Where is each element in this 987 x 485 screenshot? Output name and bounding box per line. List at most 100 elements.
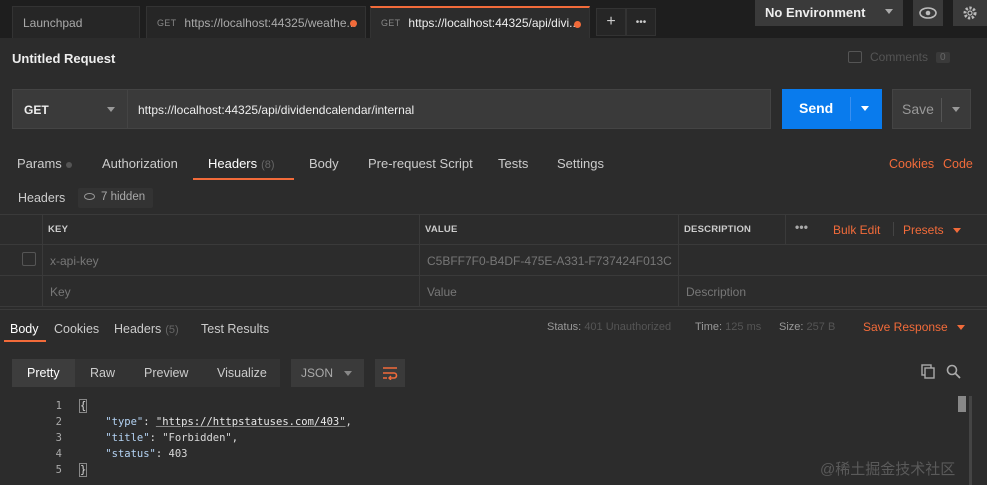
tab-authorization[interactable]: Authorization xyxy=(102,156,178,171)
view-raw-button[interactable]: Raw xyxy=(90,366,115,380)
scrollbar-thumb[interactable] xyxy=(958,396,966,412)
search-button[interactable] xyxy=(946,364,961,382)
tab-label: Body xyxy=(10,322,39,336)
response-body-code[interactable]: { "type": "https://httpstatuses.com/403"… xyxy=(78,398,352,478)
code-brace: } xyxy=(78,463,88,477)
hidden-headers-toggle[interactable]: 7 hidden xyxy=(78,188,154,208)
tab-body[interactable]: Body xyxy=(309,156,339,171)
table-border xyxy=(0,244,987,245)
unsaved-dot-icon xyxy=(350,20,357,27)
tab-label: https://localhost:44325/api/divi... xyxy=(408,16,580,30)
new-description-input[interactable]: Description xyxy=(686,285,746,299)
table-options-button[interactable]: ••• xyxy=(795,220,808,234)
new-key-input[interactable]: Key xyxy=(50,285,71,299)
line-number: 1 xyxy=(55,400,62,412)
header-value-cell[interactable]: C5BFF7F0-B4DF-475E-A331-F737424F013C xyxy=(427,254,672,268)
save-response-dropdown[interactable]: Save Response xyxy=(863,320,966,334)
comments-count: 0 xyxy=(936,51,950,63)
header-key-cell[interactable]: x-api-key xyxy=(50,254,99,268)
tab-params[interactable]: Params xyxy=(17,156,72,171)
tab-pre-request-script[interactable]: Pre-request Script xyxy=(368,156,473,171)
view-preview-button[interactable]: Preview xyxy=(144,366,188,380)
unsaved-dot-icon xyxy=(574,21,581,28)
watermark: @稀土掘金技术社区 xyxy=(820,461,956,478)
environment-quick-look-button[interactable] xyxy=(913,0,943,26)
tab-label: Tests xyxy=(498,156,529,171)
save-label: Save xyxy=(902,101,934,117)
copy-button[interactable] xyxy=(921,364,935,382)
eye-icon xyxy=(919,7,937,19)
wrap-lines-button[interactable] xyxy=(375,359,405,387)
response-tab-body[interactable]: Body xyxy=(10,322,39,336)
params-dot-icon xyxy=(65,162,72,168)
code-link[interactable]: Code xyxy=(943,157,973,171)
header-enabled-checkbox[interactable] xyxy=(22,252,36,266)
view-pretty-button[interactable]: Pretty xyxy=(27,366,60,380)
tab-label: Headers xyxy=(114,322,162,336)
tab-launchpad[interactable]: Launchpad xyxy=(12,6,140,38)
cookies-link[interactable]: Cookies xyxy=(889,157,934,171)
request-title[interactable]: Untitled Request xyxy=(12,51,115,66)
tab-options-button[interactable]: ••• xyxy=(626,8,656,36)
format-select[interactable]: JSON xyxy=(291,359,364,387)
response-tab-test-results[interactable]: Test Results xyxy=(201,322,269,336)
line-number: 2 xyxy=(55,416,62,428)
tab-label: https://localhost:44325/weathe... xyxy=(184,15,357,30)
ellipsis-icon: ••• xyxy=(635,16,647,28)
tab-weather-request[interactable]: GET https://localhost:44325/weathe... xyxy=(146,6,366,38)
response-time: Time: 125 ms xyxy=(695,321,761,333)
send-label: Send xyxy=(799,100,834,116)
send-options-chevron-icon[interactable] xyxy=(861,106,869,111)
tab-tests[interactable]: Tests xyxy=(498,156,528,171)
code-link-value[interactable]: "https://httpstatuses.com/403" xyxy=(156,416,346,428)
table-border xyxy=(42,214,43,306)
scrollbar-track[interactable] xyxy=(969,396,972,485)
line-number: 3 xyxy=(55,432,62,444)
manage-environments-button[interactable] xyxy=(953,0,987,26)
bulk-edit-link[interactable]: Bulk Edit xyxy=(833,223,880,237)
environment-select[interactable]: No Environment xyxy=(755,0,903,26)
tab-badge: (8) xyxy=(261,159,275,171)
view-visualize-button[interactable]: Visualize xyxy=(217,366,267,380)
save-options-chevron-icon[interactable] xyxy=(952,107,960,112)
plus-icon: + xyxy=(606,13,616,30)
environment-label: No Environment xyxy=(765,5,866,20)
send-button[interactable]: Send xyxy=(782,89,882,129)
tab-headers[interactable]: Headers (8) xyxy=(208,156,275,171)
chevron-down-icon xyxy=(953,228,962,234)
comment-icon xyxy=(848,51,862,63)
chevron-down-icon xyxy=(107,107,115,112)
response-tab-headers[interactable]: Headers (5) xyxy=(114,322,179,336)
tab-settings[interactable]: Settings xyxy=(557,156,604,171)
method-label: GET xyxy=(24,103,49,117)
gear-icon xyxy=(963,6,977,20)
time-label: Time: xyxy=(695,321,723,333)
size-label: Size: xyxy=(779,321,804,333)
status-label: Status: xyxy=(547,321,582,333)
comments-button[interactable]: Comments 0 xyxy=(848,50,950,64)
response-status: Status: 401 Unauthorized xyxy=(547,321,671,333)
new-tab-button[interactable]: + xyxy=(596,8,626,36)
presets-label: Presets xyxy=(903,223,944,237)
tab-dividend-request[interactable]: GET https://localhost:44325/api/divi... xyxy=(370,6,590,38)
chevron-down-icon xyxy=(885,9,893,14)
copy-icon xyxy=(921,364,935,379)
save-button[interactable]: Save xyxy=(892,89,971,129)
method-select[interactable]: GET xyxy=(12,89,128,129)
tab-label: Authorization xyxy=(102,156,178,171)
line-number: 5 xyxy=(55,464,62,476)
new-value-input[interactable]: Value xyxy=(427,285,457,299)
table-border xyxy=(419,214,420,306)
tab-method: GET xyxy=(381,18,401,28)
response-tab-cookies[interactable]: Cookies xyxy=(54,322,99,336)
table-border xyxy=(0,306,987,307)
presets-dropdown[interactable]: Presets xyxy=(903,223,962,237)
tab-label: Launchpad xyxy=(23,15,83,30)
column-header-value: VALUE xyxy=(425,224,458,235)
tab-label: Settings xyxy=(557,156,604,171)
hidden-headers-count: 7 hidden xyxy=(101,191,146,203)
tab-label: Pre-request Script xyxy=(368,156,473,171)
code-value: "Forbidden" xyxy=(162,432,232,444)
size-value: 257 B xyxy=(806,321,836,333)
url-input[interactable]: https://localhost:44325/api/dividendcale… xyxy=(128,89,771,129)
